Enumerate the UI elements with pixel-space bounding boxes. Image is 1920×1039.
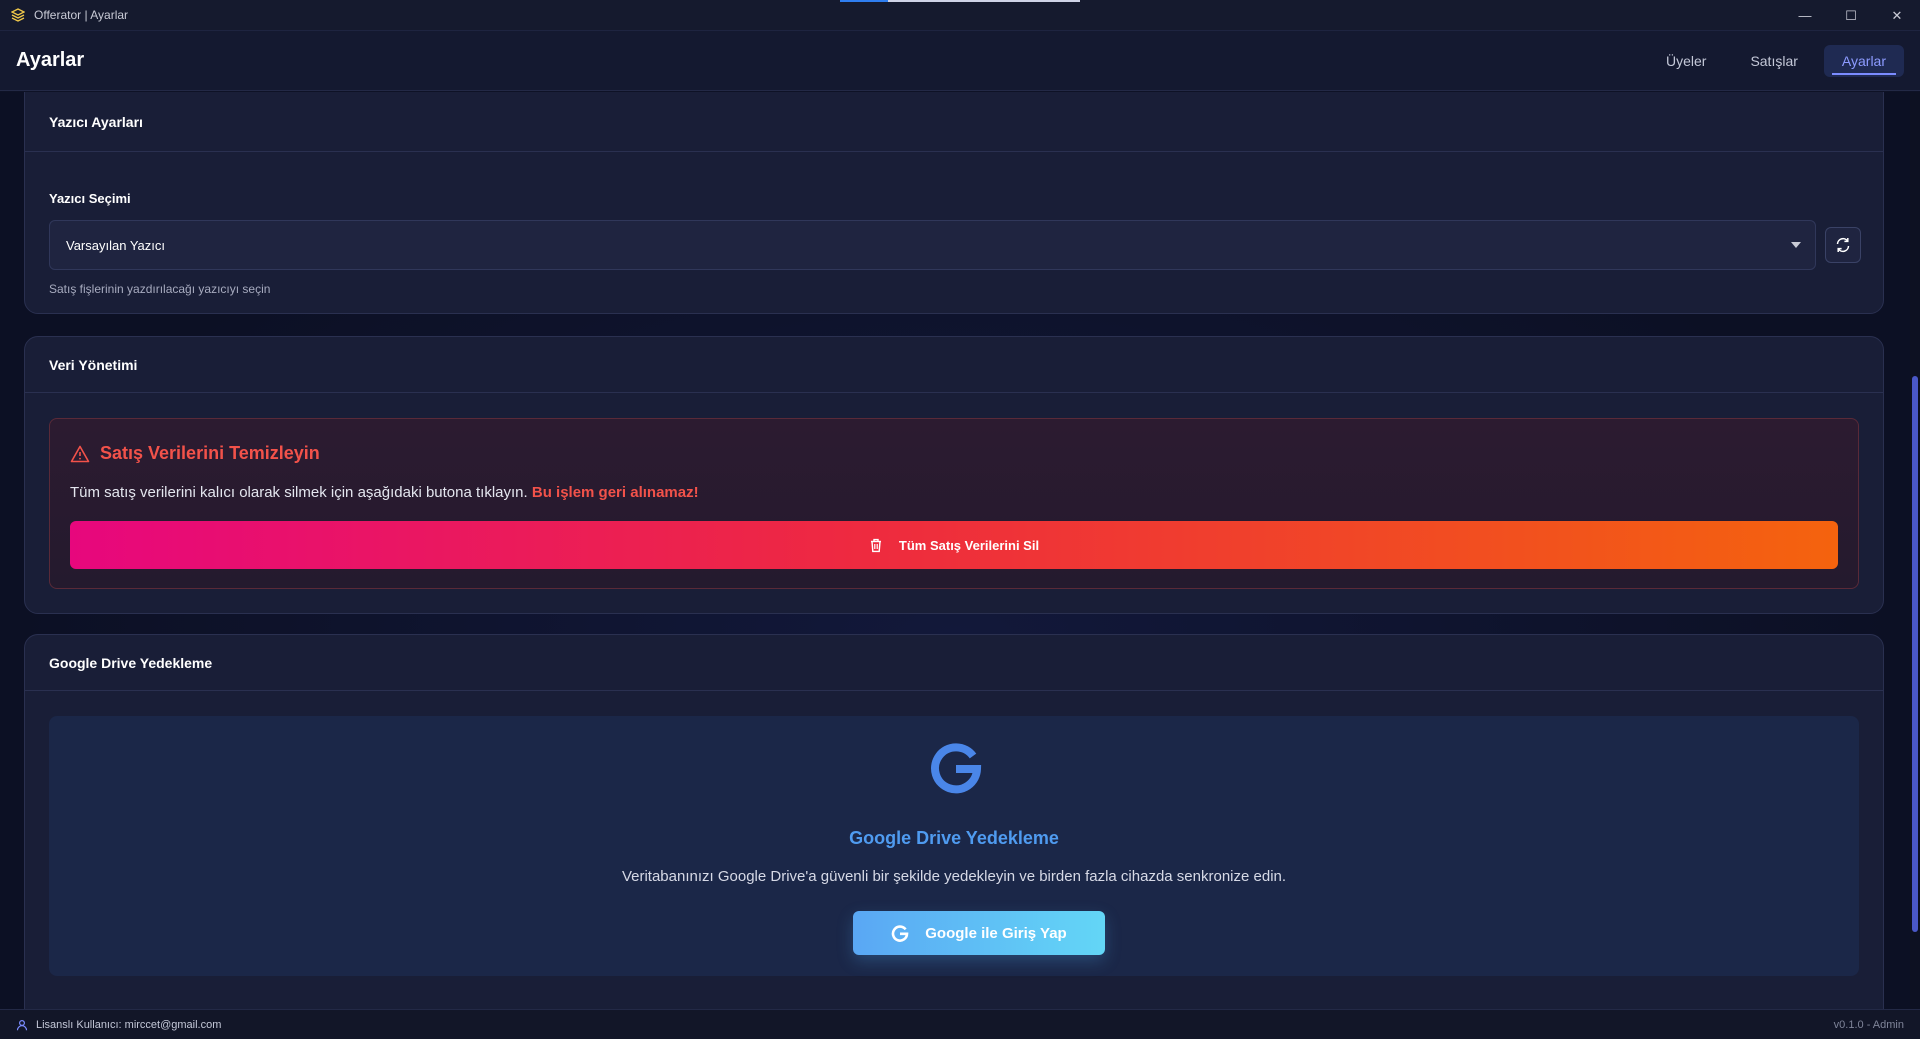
close-button[interactable]: ✕	[1874, 0, 1920, 31]
settings-content[interactable]: Yazıcı Ayarları Yazıcı Seçimi Varsayılan…	[0, 92, 1910, 1009]
page-title: Ayarlar	[16, 49, 85, 71]
scrollbar-thumb[interactable]	[1912, 376, 1918, 932]
title-bar: Offerator | Ayarlar — ☐ ✕	[0, 0, 1920, 31]
user-icon	[16, 1019, 28, 1030]
printer-settings-title: Yazıcı Ayarları	[25, 92, 1883, 152]
status-bar: Lisanslı Kullanıcı: mirccet@gmail.com v0…	[0, 1009, 1920, 1039]
printer-select-value: Varsayılan Yazıcı	[66, 237, 165, 253]
delete-all-sales-button[interactable]: Tüm Satış Verilerini Sil	[70, 521, 1838, 569]
google-drive-panel: Google Drive Yedekleme Veritabanınızı Go…	[49, 716, 1859, 976]
printer-settings-card: Yazıcı Ayarları Yazıcı Seçimi Varsayılan…	[24, 92, 1884, 314]
google-drive-description: Veritabanınızı Google Drive'a güvenli bi…	[621, 868, 1287, 885]
nav-sales[interactable]: Satışlar	[1732, 45, 1815, 77]
trash-icon	[870, 538, 881, 552]
data-management-card: Veri Yönetimi Satış Verilerini Temizleyi…	[24, 336, 1884, 614]
data-management-title: Veri Yönetimi	[25, 337, 1883, 393]
printer-select[interactable]: Varsayılan Yazıcı	[49, 220, 1816, 270]
loading-indicator	[840, 0, 1080, 2]
app-header: Ayarlar Üyeler Satışlar Ayarlar	[0, 31, 1920, 91]
google-drive-title: Google Drive Yedekleme	[849, 828, 1059, 848]
printer-select-label: Yazıcı Seçimi	[49, 191, 131, 206]
app-version: v0.1.0 - Admin	[1833, 1018, 1904, 1031]
irreversible-warning: Bu işlem geri alınamaz!	[531, 484, 699, 501]
google-drive-card-title: Google Drive Yedekleme	[25, 635, 1883, 691]
google-g-small-icon	[891, 925, 909, 942]
caret-down-icon	[1791, 242, 1801, 248]
danger-title: Satış Verilerini Temizleyin	[100, 443, 320, 463]
printer-help-text: Satış fişlerinin yazdırılacağı yazıcıyı …	[49, 282, 271, 296]
maximize-button[interactable]: ☐	[1828, 0, 1874, 31]
license-user: Lisanslı Kullanıcı: mirccet@gmail.com	[36, 1018, 222, 1031]
top-nav: Üyeler Satışlar Ayarlar	[1648, 45, 1904, 77]
window-title: Offerator | Ayarlar	[34, 8, 129, 22]
vertical-scrollbar[interactable]	[1910, 92, 1920, 1009]
app-layers-icon	[10, 7, 26, 23]
danger-description: Tüm satış verilerini kalıcı olarak silme…	[70, 484, 699, 501]
google-login-button[interactable]: Google ile Giriş Yap	[853, 911, 1105, 955]
google-login-label: Google ile Giriş Yap	[925, 924, 1067, 942]
refresh-icon	[1836, 237, 1850, 253]
delete-button-label: Tüm Satış Verilerini Sil	[898, 537, 1040, 553]
danger-zone: Satış Verilerini Temizleyin Tüm satış ve…	[49, 418, 1859, 589]
warning-icon	[70, 445, 90, 462]
minimize-button[interactable]: —	[1782, 0, 1828, 31]
google-drive-card: Google Drive Yedekleme Google Drive Yede…	[24, 634, 1884, 1009]
nav-settings[interactable]: Ayarlar	[1823, 45, 1904, 77]
refresh-printers-button[interactable]	[1825, 227, 1861, 263]
nav-members[interactable]: Üyeler	[1648, 45, 1724, 77]
google-g-icon	[931, 743, 982, 794]
danger-desc-text: Tüm satış verilerini kalıcı olarak silme…	[70, 484, 528, 501]
